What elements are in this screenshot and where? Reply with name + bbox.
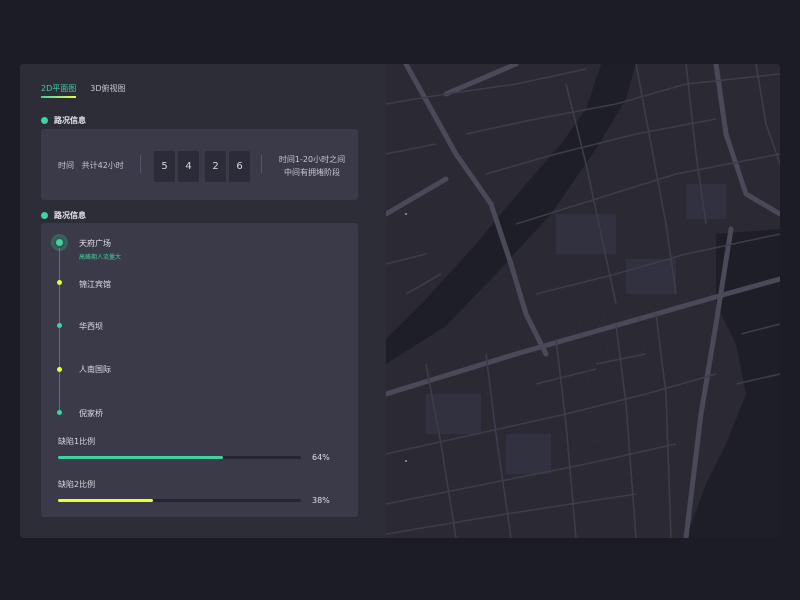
stop-item[interactable]: 华西坝	[79, 321, 103, 332]
tab-3d-view[interactable]: 3D俯视图	[90, 83, 125, 98]
ratio-label: 缺陷2比例	[58, 480, 96, 489]
stop-item[interactable]: 天府广场 高峰期人流量大	[79, 238, 121, 261]
stop-item[interactable]: 人南国际	[79, 364, 111, 375]
time-info-box: 时间 共计42小时 5 4 2 6 时间1-20小时之间 中间有拥堵阶段	[41, 129, 358, 200]
stop-name: 天府广场	[79, 239, 111, 248]
divider	[261, 155, 262, 173]
divider	[140, 155, 141, 173]
time-digits: 5 4 2 6	[154, 151, 253, 182]
traffic-section-title: 路况信息	[41, 115, 86, 126]
stop-node	[57, 367, 62, 372]
ratio-progress-bar	[58, 456, 301, 459]
stop-node-active	[54, 237, 65, 248]
stop-item[interactable]: 锦江宾馆	[79, 279, 111, 290]
section-dot-icon	[41, 212, 48, 219]
view-tabs: 2D平面图 3D俯视图	[41, 83, 126, 98]
time-note-line: 时间1-20小时之间	[278, 155, 346, 164]
stop-item[interactable]: 倪家桥	[79, 408, 103, 419]
map-canvas[interactable]	[386, 64, 780, 538]
time-note-line: 中间有拥堵阶段	[284, 168, 340, 177]
route-section-label: 路况信息	[54, 211, 86, 220]
ratio-progress-bar	[58, 499, 301, 502]
time-total-label: 时间 共计42小时	[58, 161, 124, 170]
stop-node	[57, 323, 62, 328]
tab-2d-plan[interactable]: 2D平面图	[41, 83, 77, 98]
timeline-line	[59, 243, 60, 413]
ratio-label: 缺陷1比例	[58, 437, 96, 446]
stop-note: 高峰期人流量大	[79, 254, 122, 261]
stop-node	[57, 410, 62, 415]
ratio-progress-fill	[58, 499, 153, 502]
ratio-percent: 38%	[312, 496, 330, 505]
time-digit: 4	[178, 151, 199, 182]
city-map[interactable]	[386, 64, 780, 538]
stop-node	[57, 280, 62, 285]
route-box: 天府广场 高峰期人流量大 锦江宾馆 华西坝 人南国际 倪家桥 缺陷1比例 64%…	[41, 223, 358, 517]
section-dot-icon	[41, 117, 48, 124]
traffic-section-label: 路况信息	[54, 116, 86, 125]
ratio-percent: 64%	[312, 453, 330, 462]
time-digit: 2	[205, 151, 226, 182]
dashboard-card: 2D平面图 3D俯视图 路况信息 时间 共计42小时 5 4 2 6 时间1-2…	[20, 64, 780, 538]
route-section-title: 路况信息	[41, 210, 86, 221]
time-note: 时间1-20小时之间 中间有拥堵阶段	[270, 153, 354, 179]
time-digit: 6	[229, 151, 250, 182]
info-panel: 2D平面图 3D俯视图 路况信息 时间 共计42小时 5 4 2 6 时间1-2…	[20, 64, 386, 538]
time-digit: 5	[154, 151, 175, 182]
ratio-progress-fill	[58, 456, 224, 459]
